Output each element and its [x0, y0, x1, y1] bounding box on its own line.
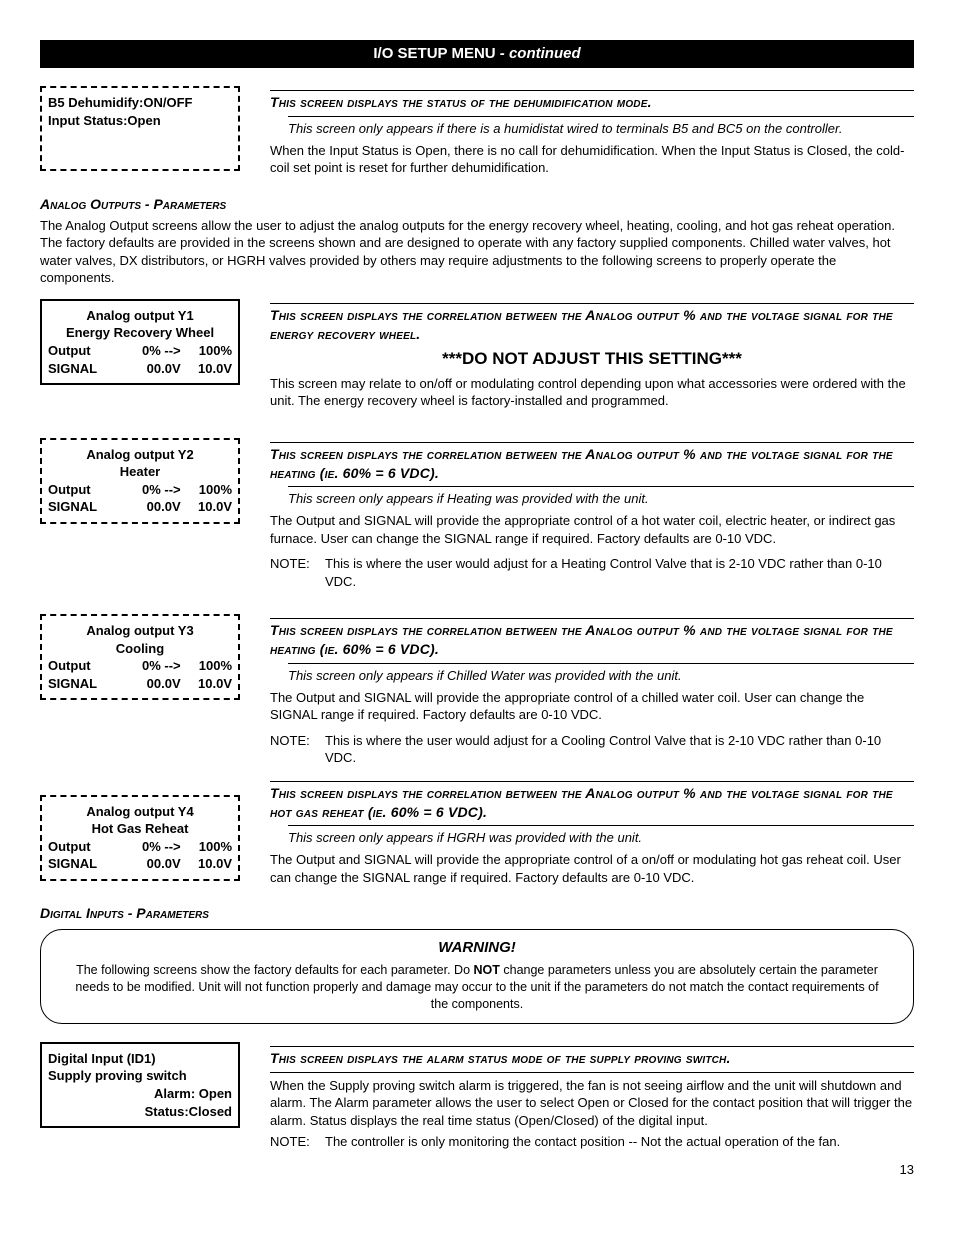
lcd-id1-supply-proving: Digital Input (ID1) Supply proving switc…: [40, 1042, 240, 1128]
id1-description: This screen displays the alarm status mo…: [270, 1042, 914, 1151]
warning-body: The following screens show the factory d…: [71, 962, 883, 1013]
body-text: When the Input Status is Open, there is …: [270, 142, 914, 177]
lcd-y4-hot-gas-reheat: Analog output Y4 Hot Gas Reheat Output 0…: [40, 795, 240, 881]
body-text: The Output and SIGNAL will provide the a…: [270, 689, 914, 724]
lcd-cell: 10.0V: [181, 855, 232, 873]
section-heading: This screen displays the status of the d…: [270, 93, 914, 112]
lcd-cell: 10.0V: [181, 498, 232, 516]
lcd-line: Status:Closed: [48, 1103, 232, 1121]
lcd-cell: SIGNAL: [48, 360, 122, 378]
lcd-cell: 0% -->: [122, 481, 180, 499]
lcd-line: Supply proving switch: [48, 1067, 232, 1085]
lcd-cell: 100%: [181, 838, 232, 856]
analog-outputs-heading: Analog Outputs - Parameters: [40, 195, 914, 214]
lcd-line: Alarm: Open: [48, 1085, 232, 1103]
y3-description: This screen displays the correlation bet…: [270, 614, 914, 767]
note-text: This is where the user would adjust for …: [325, 732, 914, 767]
lcd-y1-energy-recovery: Analog output Y1 Energy Recovery Wheel O…: [40, 299, 240, 385]
italic-note: This screen only appears if HGRH was pro…: [288, 829, 914, 847]
page-title-bar: I/O SETUP MENU - continued: [40, 40, 914, 68]
page-number: 13: [40, 1161, 914, 1179]
page-title: I/O SETUP MENU: [373, 45, 495, 62]
lcd-cell: 0% -->: [122, 838, 180, 856]
italic-note: This screen only appears if Heating was …: [288, 490, 914, 508]
section-heading: This screen displays the alarm status mo…: [270, 1049, 914, 1068]
lcd-cell: 100%: [181, 657, 232, 675]
analog-intro: The Analog Output screens allow the user…: [40, 217, 914, 287]
lcd-cell: 00.0V: [122, 675, 180, 693]
lcd-cell: SIGNAL: [48, 498, 122, 516]
lcd-cell: 10.0V: [181, 675, 232, 693]
section-heading: This screen displays the correlation bet…: [270, 621, 914, 659]
lcd-cell: Output: [48, 657, 122, 675]
note-text: This is where the user would adjust for …: [325, 555, 914, 590]
section-heading: This screen displays the correlation bet…: [270, 306, 914, 344]
lcd-subtitle: Hot Gas Reheat: [48, 820, 232, 838]
lcd-title: Analog output Y1: [48, 307, 232, 325]
lcd-cell: 00.0V: [122, 855, 180, 873]
warning-not: NOT: [474, 963, 500, 977]
note-label: NOTE:: [270, 1133, 325, 1151]
lcd-cell: 00.0V: [122, 498, 180, 516]
lcd-title: Analog output Y4: [48, 803, 232, 821]
lcd-cell: 0% -->: [122, 657, 180, 675]
do-not-adjust: ***DO NOT ADJUST THIS SETTING***: [270, 348, 914, 371]
lcd-cell: 100%: [181, 481, 232, 499]
note-label: NOTE:: [270, 732, 325, 767]
lcd-cell: Output: [48, 342, 122, 360]
lcd-cell: 00.0V: [122, 360, 180, 378]
lcd-cell: 10.0V: [181, 360, 232, 378]
italic-note: This screen only appears if there is a h…: [288, 120, 914, 138]
section-heading: This screen displays the correlation bet…: [270, 784, 914, 822]
lcd-cell: Output: [48, 838, 122, 856]
lcd-line: Input Status:Open: [48, 112, 232, 130]
lcd-title: Analog output Y2: [48, 446, 232, 464]
lcd-b5-dehumidify: B5 Dehumidify:ON/OFF Input Status:Open: [40, 86, 240, 171]
italic-note: This screen only appears if Chilled Wate…: [288, 667, 914, 685]
lcd-line: B5 Dehumidify:ON/OFF: [48, 94, 232, 112]
lcd-cell: 100%: [181, 342, 232, 360]
note-text: The controller is only monitoring the co…: [325, 1133, 914, 1151]
lcd-line: Digital Input (ID1): [48, 1050, 232, 1068]
body-text: The Output and SIGNAL will provide the a…: [270, 512, 914, 547]
lcd-y3-cooling: Analog output Y3 Cooling Output 0% --> 1…: [40, 614, 240, 700]
section-heading: This screen displays the correlation bet…: [270, 445, 914, 483]
lcd-cell: Output: [48, 481, 122, 499]
lcd-cell: SIGNAL: [48, 675, 122, 693]
body-text: The Output and SIGNAL will provide the a…: [270, 851, 914, 886]
page-title-continued: - continued: [496, 45, 581, 62]
warning-text: The following screens show the factory d…: [76, 963, 473, 977]
lcd-y2-heater: Analog output Y2 Heater Output 0% --> 10…: [40, 438, 240, 524]
y1-description: This screen displays the correlation bet…: [270, 299, 914, 414]
lcd-cell: 0% -->: [122, 342, 180, 360]
digital-inputs-heading: Digital Inputs - Parameters: [40, 904, 914, 923]
lcd-subtitle: Heater: [48, 463, 232, 481]
b5-description: This screen displays the status of the d…: [270, 86, 914, 181]
lcd-subtitle: Cooling: [48, 640, 232, 658]
warning-box: WARNING! The following screens show the …: [40, 929, 914, 1024]
body-text: This screen may relate to on/off or modu…: [270, 375, 914, 410]
warning-title: WARNING!: [71, 938, 883, 958]
lcd-title: Analog output Y3: [48, 622, 232, 640]
y4-description: This screen displays the correlation bet…: [270, 777, 914, 890]
note-label: NOTE:: [270, 555, 325, 590]
y2-description: This screen displays the correlation bet…: [270, 438, 914, 591]
lcd-cell: SIGNAL: [48, 855, 122, 873]
lcd-subtitle: Energy Recovery Wheel: [48, 324, 232, 342]
body-text: When the Supply proving switch alarm is …: [270, 1077, 914, 1130]
